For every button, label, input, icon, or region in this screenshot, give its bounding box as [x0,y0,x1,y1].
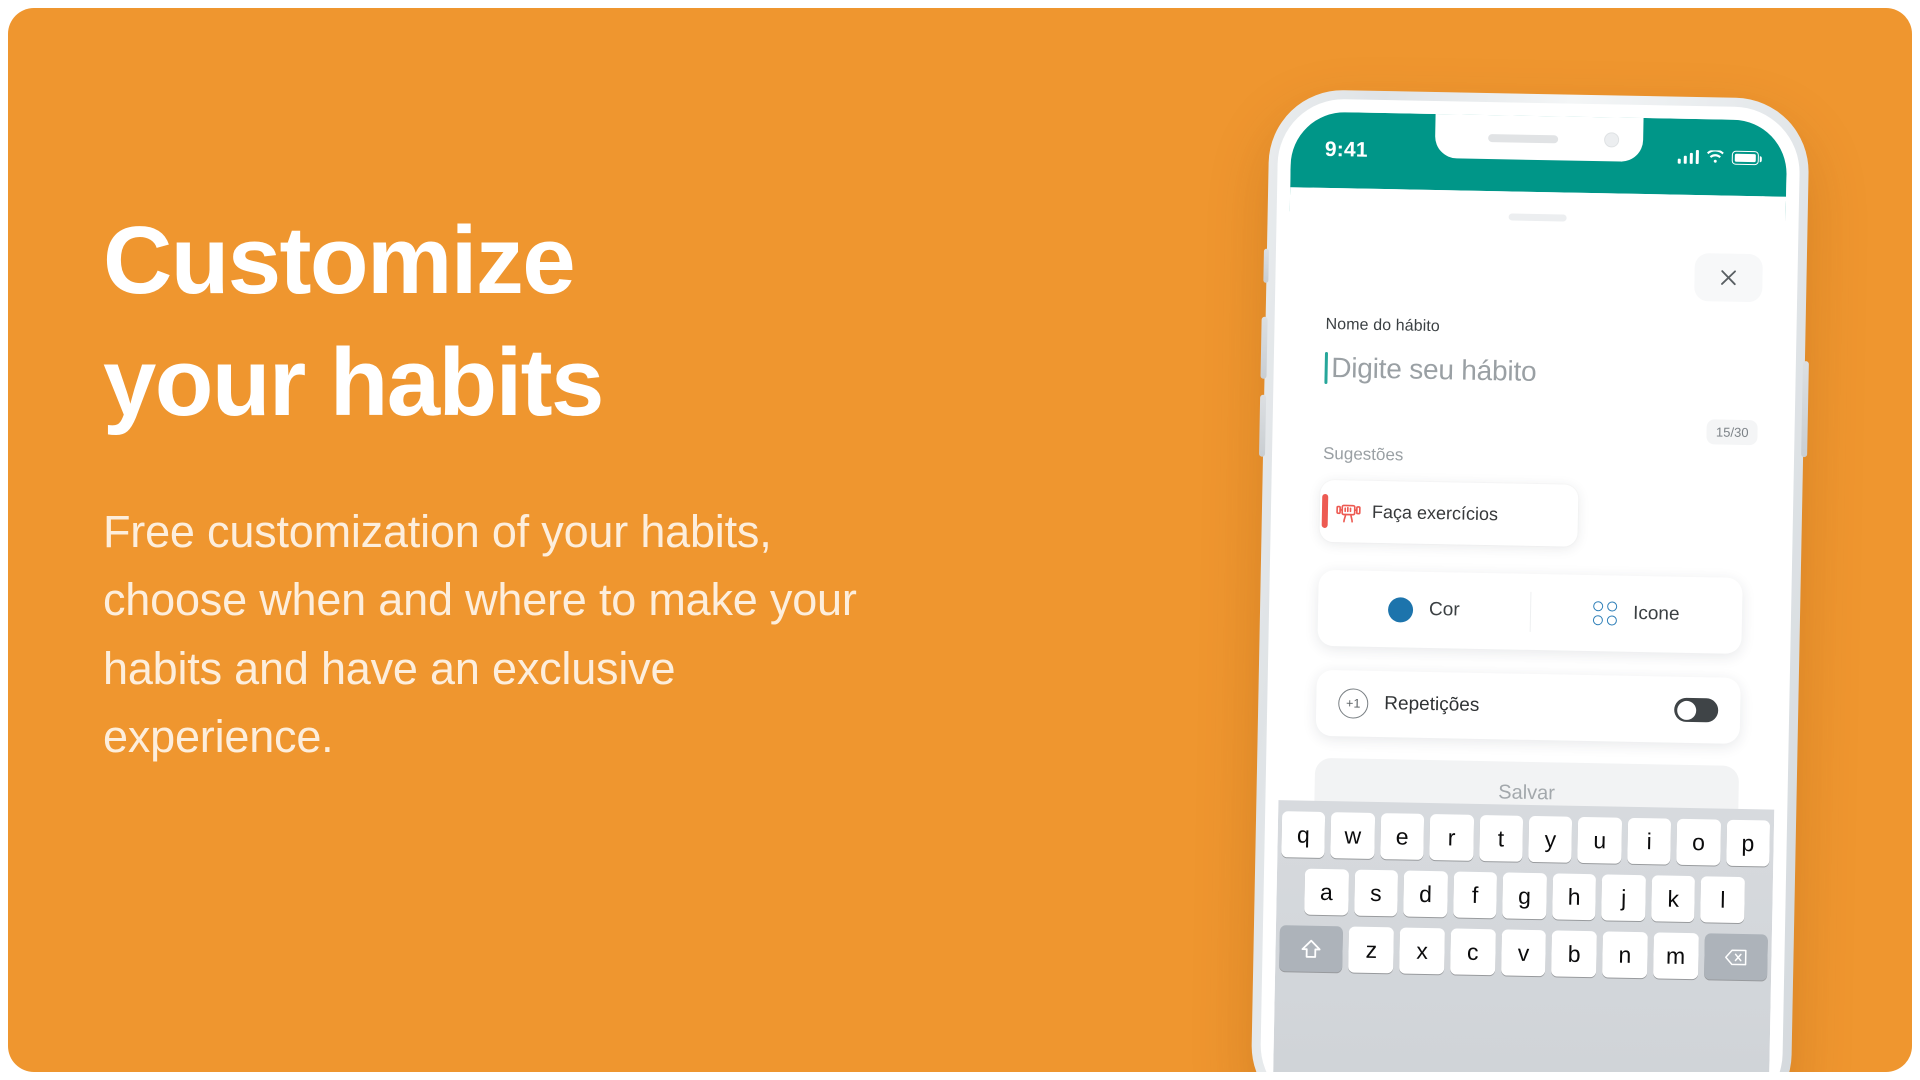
habit-name-input[interactable]: Digite seu hábito [1324,342,1745,402]
key-x[interactable]: x [1399,927,1445,975]
headline-line-2: your habits [103,328,604,436]
earpiece-speaker [1488,134,1559,144]
suggestion-label: Faça exercícios [1371,501,1499,524]
phone-screen: 9:41 Nome do hábito Digite seu hábito 15… [1272,111,1788,1072]
key-q[interactable]: q [1281,811,1326,859]
key-g[interactable]: g [1502,872,1547,920]
habit-name-label: Nome do hábito [1325,315,1441,336]
body-line-2: choose when and where to make your [103,574,857,626]
icon-picker-button[interactable]: Icone [1530,600,1742,628]
key-u[interactable]: u [1577,816,1622,864]
key-f[interactable]: f [1452,871,1498,919]
repetitions-label: Repetições [1384,693,1480,716]
volume-down-button[interactable] [1258,394,1267,457]
power-button[interactable] [1801,361,1809,458]
phone-mockup: 9:41 Nome do hábito Digite seu hábito 15… [1250,88,1810,1072]
body-line-3: habits and have an exclusive [103,642,676,694]
key-o[interactable]: o [1676,818,1721,866]
status-bar-icons [1677,149,1759,166]
key-z[interactable]: z [1348,926,1395,974]
key-t[interactable]: t [1478,814,1524,862]
key-h[interactable]: h [1551,873,1597,921]
habit-sheet: Nome do hábito Digite seu hábito 15/30 S… [1272,187,1787,1072]
habit-input-placeholder: Digite seu hábito [1331,352,1537,387]
body-line-4: experience. [103,710,334,762]
key-w[interactable]: w [1330,812,1375,859]
suggestion-card[interactable]: Faça exercícios [1319,479,1579,547]
dumbbell-icon [1328,499,1368,525]
key-p[interactable]: p [1725,819,1771,867]
char-counter-badge: 15/30 [1706,419,1758,446]
volume-up-button[interactable] [1260,316,1268,379]
key-r[interactable]: r [1429,814,1474,861]
headline-line-1: Customize [103,207,576,314]
promo-description: Free customization of your habits, choos… [103,498,1233,772]
key-c[interactable]: c [1450,928,1496,976]
key-y[interactable]: y [1528,815,1573,863]
suggestions-label: Sugestões [1322,443,1404,465]
plus-one-icon: +1 [1337,688,1369,719]
wifi-icon [1707,150,1724,163]
key-a[interactable]: a [1304,868,1349,916]
icon-grid-icon [1592,601,1618,626]
backspace-icon [1724,949,1747,965]
close-button[interactable] [1694,253,1763,303]
key-n[interactable]: n [1602,931,1648,979]
text-caret [1324,351,1328,384]
cellular-signal-icon [1677,149,1699,165]
sheet-drag-handle[interactable] [1508,213,1567,222]
close-icon [1721,270,1736,286]
silent-switch[interactable] [1263,248,1269,283]
phone-notch [1434,111,1644,162]
body-line-1: Free customization of your habits, [103,505,772,557]
repetitions-toggle[interactable] [1673,697,1719,723]
icon-picker-label: Icone [1632,602,1680,625]
key-m[interactable]: m [1652,932,1699,980]
key-b[interactable]: b [1551,930,1598,978]
key-e[interactable]: e [1380,813,1425,860]
keyboard-row-1: q w e r t y u i o p [1281,811,1771,867]
battery-icon [1731,150,1759,166]
keyboard-row-2: a s d f g h j k l [1280,868,1769,924]
color-picker-label: Cor [1428,598,1460,621]
repetitions-row[interactable]: +1 Repetições [1315,669,1741,744]
backspace-key[interactable] [1703,933,1768,981]
picker-card: Cor Icone [1317,569,1743,654]
keyboard-row-3: z x c v b n m [1279,925,1768,981]
front-camera [1603,132,1620,148]
color-picker-button[interactable]: Cor [1318,595,1530,624]
promo-copy: Customize your habits Free customization… [103,200,1233,771]
page-title: Customize your habits [103,200,1233,444]
color-dot-icon [1387,596,1414,623]
key-i[interactable]: i [1627,817,1672,865]
shift-key[interactable] [1279,925,1344,973]
key-j[interactable]: j [1601,874,1646,922]
key-v[interactable]: v [1500,929,1547,977]
key-l[interactable]: l [1700,876,1746,924]
save-button-label: Salvar [1498,780,1556,804]
on-screen-keyboard: q w e r t y u i o p a s d f g h j k l z … [1272,800,1775,1072]
key-d[interactable]: d [1403,870,1448,918]
shift-icon [1301,939,1321,958]
key-k[interactable]: k [1651,875,1696,923]
status-bar: 9:41 [1290,111,1788,197]
promo-card: Customize your habits Free customization… [8,8,1912,1072]
status-bar-time: 9:41 [1324,137,1368,162]
key-s[interactable]: s [1353,869,1399,917]
